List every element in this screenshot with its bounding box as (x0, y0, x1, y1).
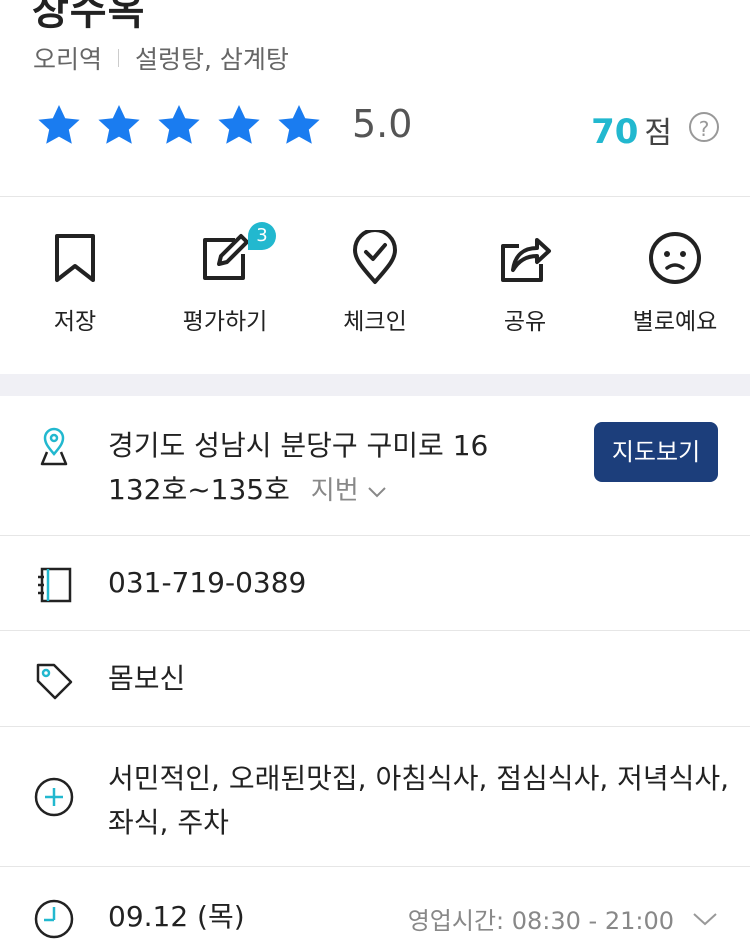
address-line-2: 132호~135호 지번 (108, 468, 488, 513)
star-rating (34, 102, 334, 150)
checkin-button[interactable]: 체크인 (300, 198, 450, 374)
edit-icon (203, 234, 249, 280)
features-row: 서민적인, 오래된맛집, 아침식사, 점심식사, 저녁식사, 좌식, 주차 (0, 727, 750, 867)
phonebook-icon (38, 567, 72, 603)
section-gap (0, 374, 750, 396)
save-button[interactable]: 저장 (0, 198, 150, 374)
features-text: 서민적인, 오래된맛집, 아침식사, 점심식사, 저녁식사, 좌식, 주차 (108, 757, 729, 845)
clock-icon (34, 899, 74, 939)
star-icon (218, 105, 260, 144)
tag-text: 몸보신 (108, 662, 186, 695)
hours-row[interactable]: 09.12 (목) 영업시간: 08:30 - 21:00 (0, 867, 750, 939)
score: 70 점 (591, 108, 672, 152)
separator (118, 49, 120, 67)
rate-label: 평가하기 (182, 309, 268, 335)
checkin-label: 체크인 (343, 309, 407, 335)
review-count-badge: 3 (248, 222, 276, 250)
help-icon[interactable]: ? (689, 112, 719, 142)
date-text: 09.12 (목) (108, 900, 245, 933)
chevron-down-icon (693, 912, 717, 925)
restaurant-title: 장수옥 (32, 0, 146, 34)
tag-icon (36, 663, 73, 700)
dislike-button[interactable]: 별로예요 (600, 198, 750, 374)
address-line-1: 경기도 성남시 분당구 구미로 16 (108, 429, 489, 462)
view-map-button[interactable]: 지도보기 (594, 422, 718, 482)
phone-row[interactable]: 031-719-0389 (0, 535, 750, 631)
plus-circle-icon (34, 777, 74, 817)
dislike-label: 별로예요 (632, 309, 718, 335)
jibun-label: 지번 (310, 476, 359, 506)
chevron-down-icon (368, 487, 386, 498)
star-icon (278, 105, 320, 144)
share-label: 공유 (503, 309, 547, 335)
save-label: 저장 (53, 309, 97, 335)
action-bar: 저장 3 평가하기 체크인 공유 별로예요 (0, 198, 750, 374)
address-text: 경기도 성남시 분당구 구미로 16 132호~135호 지번 (108, 424, 488, 513)
rating-value: 5.0 (352, 102, 413, 146)
divider (0, 196, 750, 197)
score-unit: 점 (644, 116, 672, 151)
frown-face-icon (649, 232, 701, 284)
star-icon (38, 105, 80, 144)
location-check-icon (353, 230, 397, 284)
features-line-2: 좌식, 주차 (108, 806, 229, 839)
score-number: 70 (591, 112, 639, 152)
share-icon (501, 238, 551, 282)
subtitle: 오리역 설렁탕, 삼계탕 (33, 40, 289, 76)
share-button[interactable]: 공유 (450, 198, 600, 374)
star-icon (98, 105, 140, 144)
hours-summary: 영업시간: 08:30 - 21:00 (408, 901, 718, 936)
address-detail: 132호~135호 (108, 473, 290, 506)
bookmark-icon (55, 234, 95, 282)
jibun-toggle[interactable]: 지번 (311, 476, 387, 506)
tag-row: 몸보신 (0, 631, 750, 727)
phone-number: 031-719-0389 (108, 566, 307, 599)
category-text: 설렁탕, 삼계탕 (135, 45, 289, 74)
map-pin-icon (40, 427, 68, 466)
features-line-1: 서민적인, 오래된맛집, 아침식사, 점심식사, 저녁식사, (108, 762, 730, 795)
hours-text: 영업시간: 08:30 - 21:00 (407, 907, 674, 935)
star-icon (158, 105, 200, 144)
rate-button[interactable]: 3 평가하기 (150, 198, 300, 374)
address-row: 경기도 성남시 분당구 구미로 16 132호~135호 지번 지도보기 (0, 396, 750, 536)
station-name: 오리역 (33, 45, 103, 74)
